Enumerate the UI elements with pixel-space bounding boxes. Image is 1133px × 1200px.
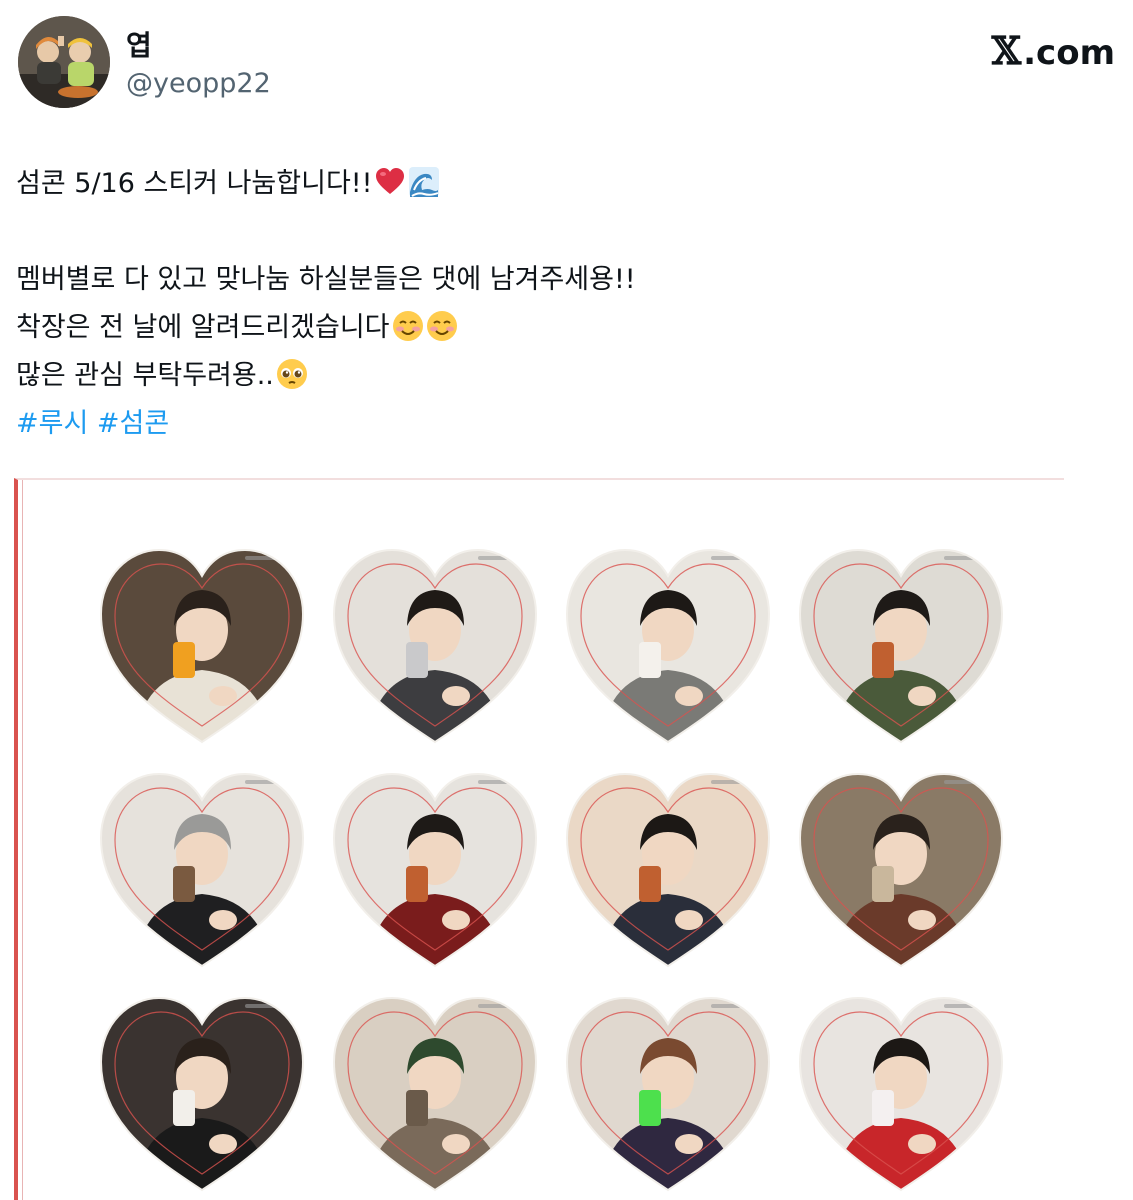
tweet-line-1-text: 섬콘 5/16 스티커 나눔합니다!! (16, 168, 373, 199)
heart-sticker-photo (798, 772, 1004, 968)
heart-sticker (794, 546, 1008, 746)
heart-sticker-photo (332, 548, 538, 744)
tweet-line-3: 착장은 전 날에 알려드리겠습니다 (16, 304, 1116, 352)
tweet-line-4-text: 많은 관심 부탁두려용.. (16, 360, 274, 391)
heart-sticker (328, 546, 542, 746)
tweet-hashtags: #루시 #섬콘 (16, 400, 1116, 448)
red-heart-icon (376, 168, 405, 194)
heart-sticker (561, 770, 775, 970)
heart-sticker-photo (332, 996, 538, 1192)
tweet-line-1: 섬콘 5/16 스티커 나눔합니다!! (16, 160, 1116, 208)
heart-sticker (95, 994, 309, 1194)
tweet-line-4: 많은 관심 부탁두려용.. (16, 352, 1116, 400)
heart-sticker-photo (332, 772, 538, 968)
sticker-grid (95, 546, 1008, 1200)
tweet-text: 섬콘 5/16 스티커 나눔합니다!! 멤버별로 다 있고 맞나눔 하실분들은 … (16, 160, 1116, 448)
heart-sticker (328, 770, 542, 970)
sticker-sheet (22, 480, 1064, 1200)
heart-sticker-photo (565, 772, 771, 968)
tweet-line-2: 멤버별로 다 있고 맞나눔 하실분들은 댓에 남겨주세용!! (16, 264, 636, 295)
author-handle[interactable]: @yeopp22 (126, 68, 271, 99)
heart-sticker-photo (99, 996, 305, 1192)
smiling-face-icon (426, 311, 457, 341)
tweet-screenshot: 엽 @yeopp22 𝕏 .com 섬콘 5/16 스티커 나눔합니다!! 멤버… (0, 0, 1133, 1200)
heart-sticker (95, 546, 309, 746)
heart-sticker (328, 994, 542, 1194)
heart-sticker-photo (99, 548, 305, 744)
x-logo-text: .com (1023, 33, 1115, 73)
hashtag-seomcon[interactable]: #섬콘 (97, 408, 169, 439)
heart-sticker-photo (565, 996, 771, 1192)
heart-sticker (95, 770, 309, 970)
tweet-media-image[interactable] (14, 478, 1064, 1200)
hashtag-lucy[interactable]: #루시 (16, 408, 88, 439)
heart-sticker-photo (565, 548, 771, 744)
x-com-logo: 𝕏 .com (992, 28, 1115, 73)
author-avatar[interactable] (18, 16, 110, 108)
heart-sticker (561, 546, 775, 746)
heart-sticker-photo (99, 772, 305, 968)
avatar-photo (18, 16, 110, 108)
water-wave-icon (409, 167, 440, 197)
heart-sticker-photo (798, 996, 1004, 1192)
pleading-face-icon (276, 359, 307, 389)
smiling-face-icon (392, 311, 423, 341)
heart-sticker (794, 770, 1008, 970)
x-logo-icon: 𝕏 (991, 28, 1022, 73)
author-display-name[interactable]: 엽 (126, 24, 152, 64)
tweet-line-3-text: 착장은 전 날에 알려드리겠습니다 (16, 312, 390, 343)
heart-sticker-photo (798, 548, 1004, 744)
heart-sticker (794, 994, 1008, 1194)
heart-sticker (561, 994, 775, 1194)
